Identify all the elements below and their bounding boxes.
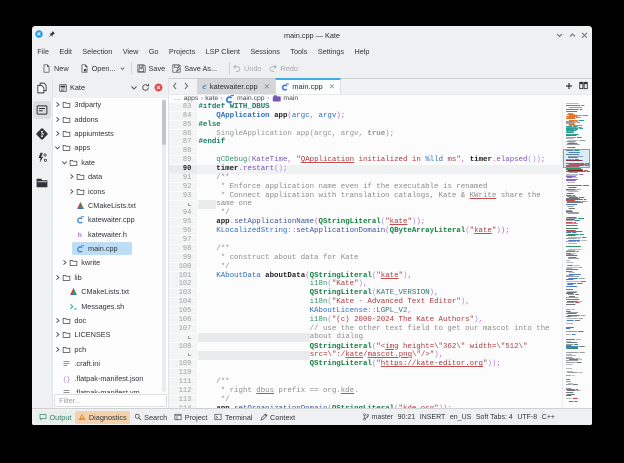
svg-text:{}: {} [63, 375, 71, 382]
svg-text:h: h [78, 232, 82, 239]
